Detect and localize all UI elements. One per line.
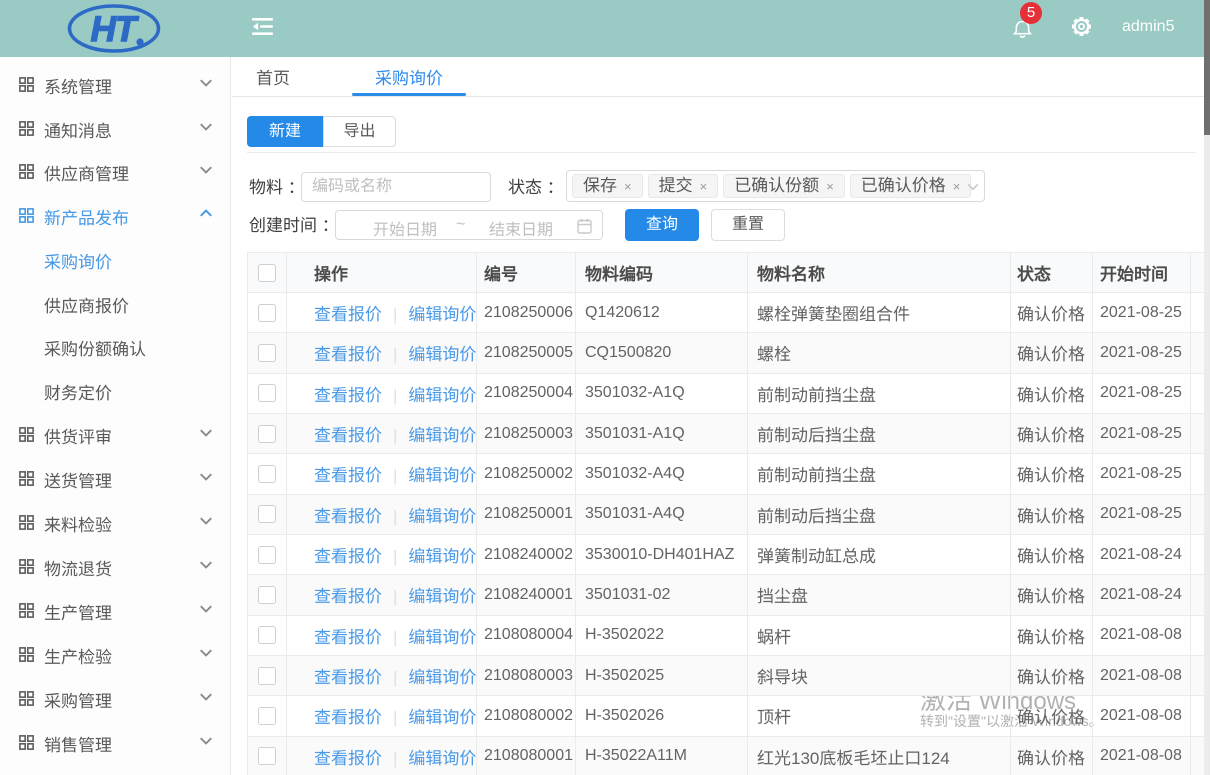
svg-text:HT: HT bbox=[91, 10, 139, 49]
